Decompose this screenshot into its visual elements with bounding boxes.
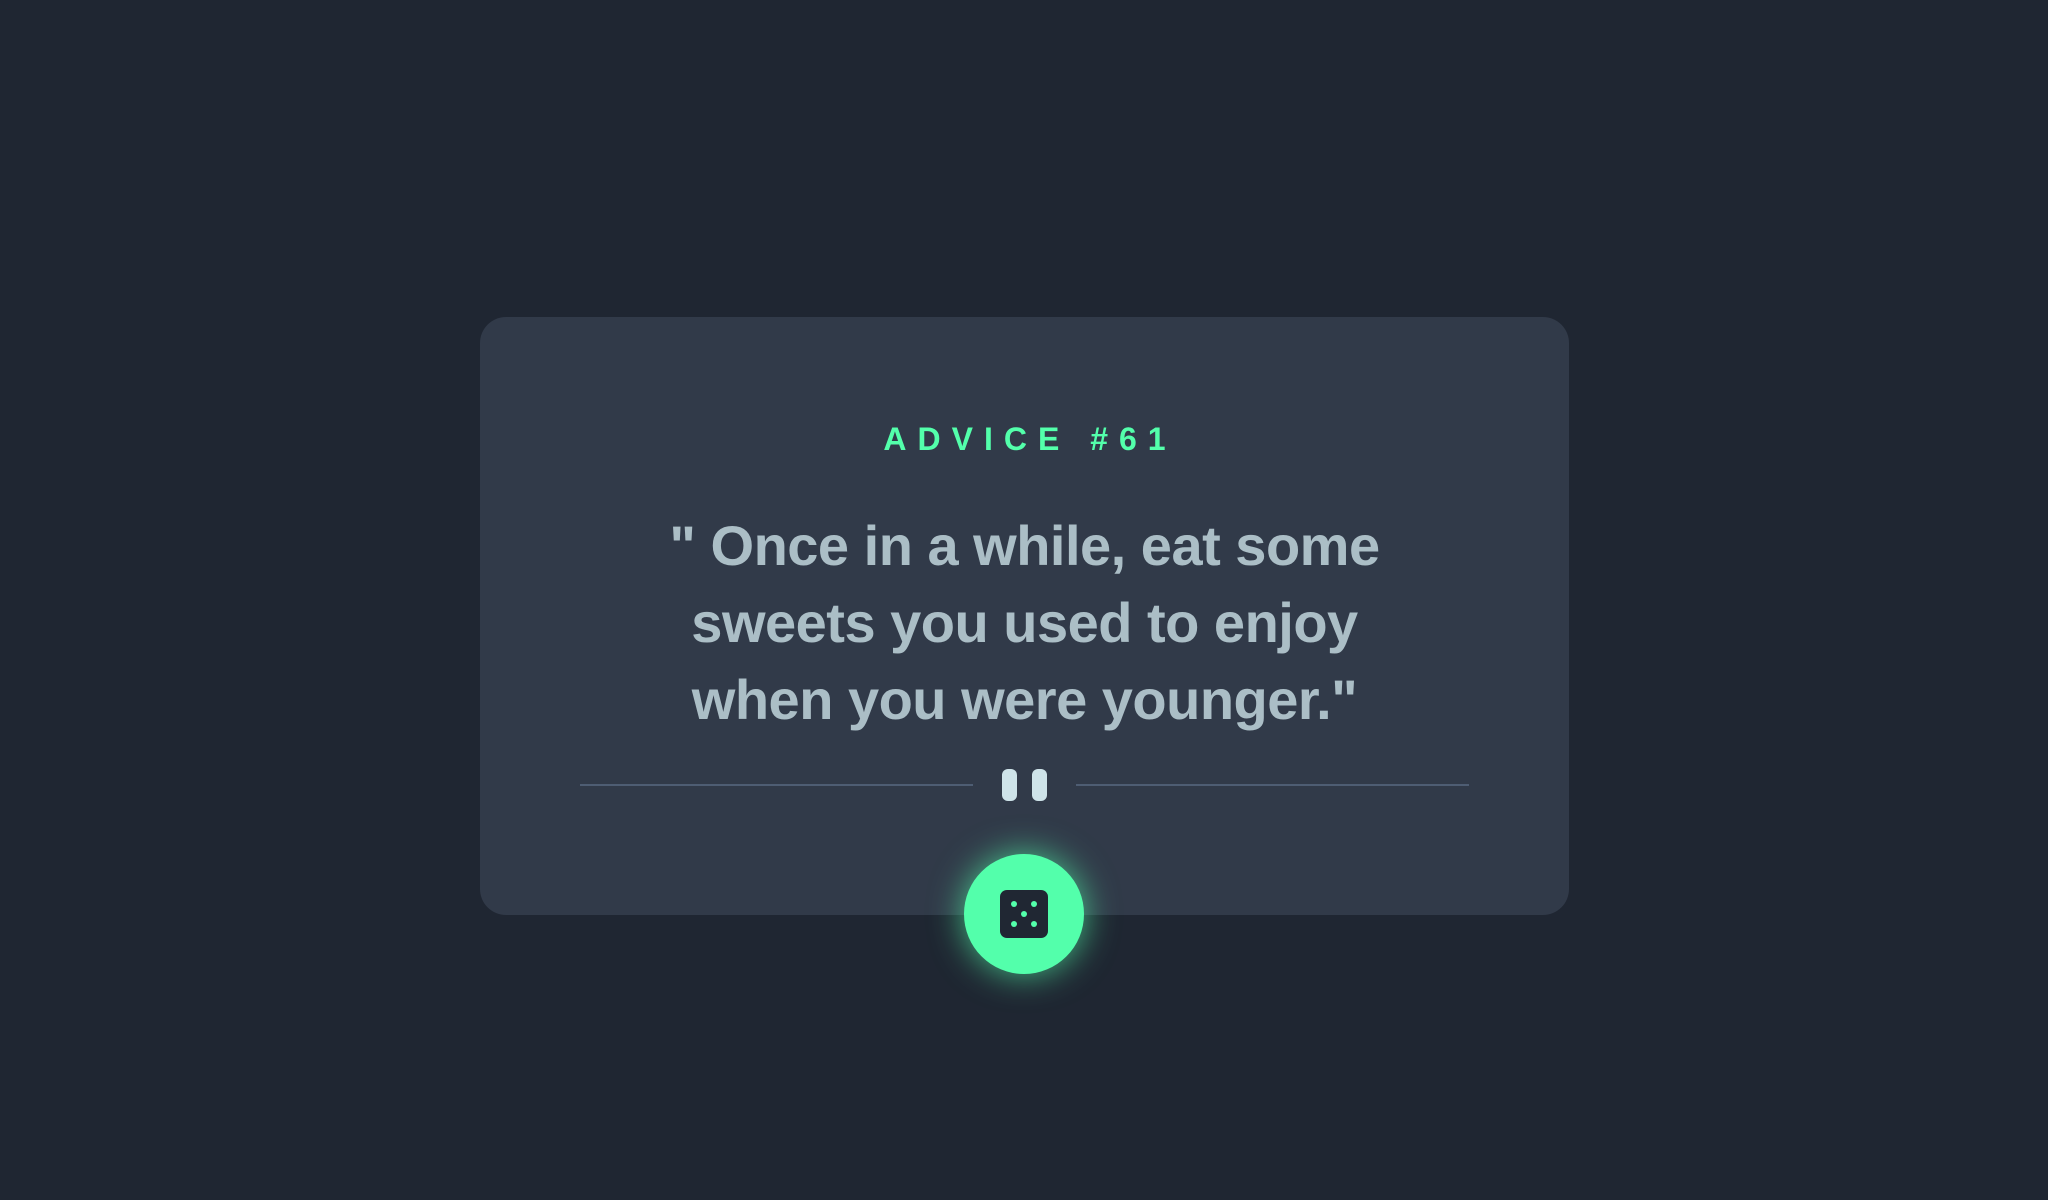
advice-app: ADVICE #61 " Once in a while, eat some s… xyxy=(0,0,2048,1200)
divider-line-left xyxy=(580,784,973,786)
advice-card: ADVICE #61 " Once in a while, eat some s… xyxy=(480,317,1569,915)
generate-advice-button[interactable] xyxy=(964,854,1084,974)
advice-quote: " Once in a while, eat some sweets you u… xyxy=(669,514,1380,731)
divider-line-right xyxy=(1076,784,1469,786)
dice-icon xyxy=(1000,890,1048,938)
pause-bar-right xyxy=(1032,769,1047,801)
advice-title: ADVICE #61 xyxy=(883,421,1177,457)
pause-icon xyxy=(1002,769,1047,801)
pattern-divider xyxy=(580,769,1469,801)
pause-bar-left xyxy=(1002,769,1017,801)
